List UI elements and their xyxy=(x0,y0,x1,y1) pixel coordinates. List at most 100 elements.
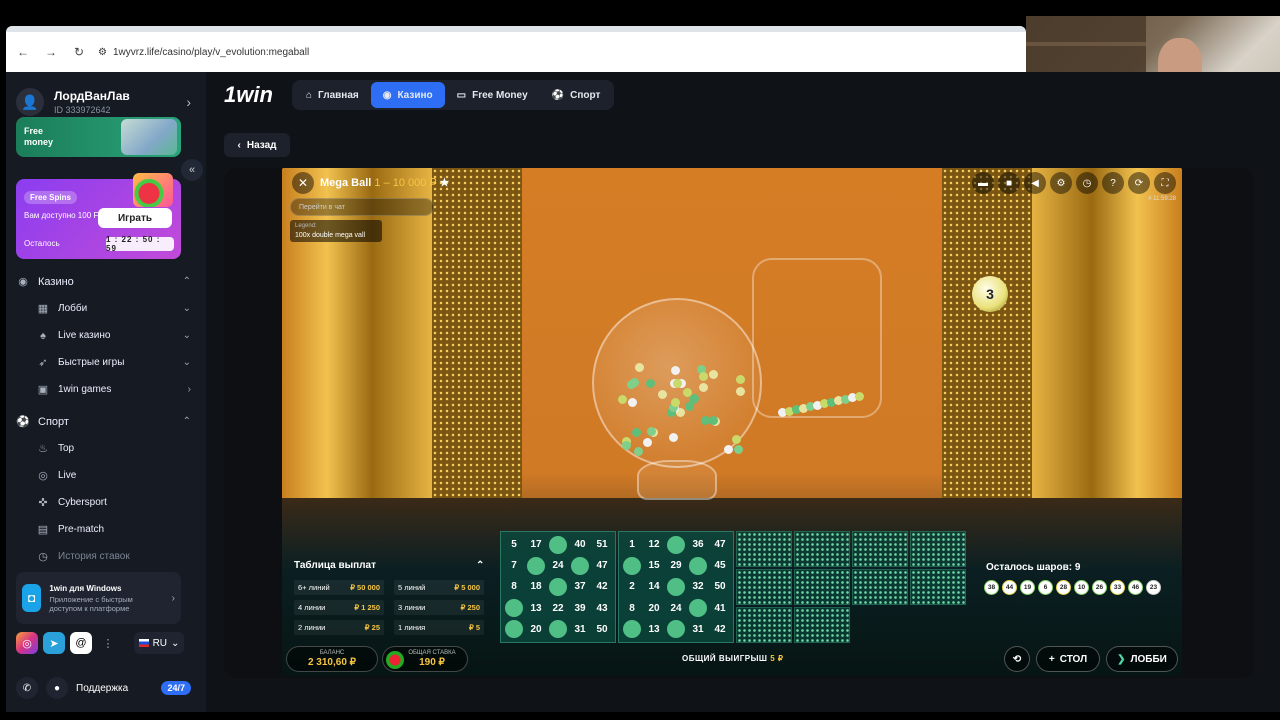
table-button[interactable]: + СТОЛ xyxy=(1036,646,1100,672)
ball-icon: ⚽ xyxy=(16,416,30,428)
repeat-icon: ⟲ xyxy=(1012,653,1022,665)
card-cell: 45 xyxy=(714,560,726,572)
lottery-ball xyxy=(627,397,637,407)
profile[interactable]: 👤 ЛордВанЛав ID 333972642 › xyxy=(16,82,191,122)
settings-icon[interactable]: ⚙ xyxy=(1050,172,1072,194)
sidebar-item-pre-match[interactable]: ▤ Pre-match xyxy=(16,516,191,543)
sidebar-item-live-casino[interactable]: ♠ Live казино ⌄ xyxy=(16,322,191,349)
sidebar-item-bet-history[interactable]: ◷ История ставок xyxy=(16,543,191,570)
free-spins-left-label: Осталось xyxy=(24,239,60,248)
forward-arrow-icon[interactable]: → xyxy=(42,43,60,61)
mini-card[interactable] xyxy=(794,607,850,643)
card-cell: 1 xyxy=(629,539,635,551)
card-cell xyxy=(665,534,687,555)
chat-icon[interactable]: ● xyxy=(46,677,68,699)
card-cell: 39 xyxy=(574,602,586,614)
back-button[interactable]: ‹ Назад xyxy=(224,133,290,157)
lottery-ball xyxy=(855,391,864,401)
sidebar-item-lobby[interactable]: ▦ Лобби ⌄ xyxy=(16,295,191,322)
card-cell: 50 xyxy=(596,623,608,635)
history-icon[interactable]: ◷ xyxy=(1076,172,1098,194)
sport-nav: ⚽ Спорт ⌃ ♨ Top ◎ Live ✜ Cybersport ▤ Pr… xyxy=(16,408,191,570)
card-cell: 42 xyxy=(714,623,726,635)
balls-left-label: Осталось шаров: 9 xyxy=(986,562,1081,573)
language-select[interactable]: RU ⌄ xyxy=(134,632,184,654)
tab-home[interactable]: ⌂ Главная xyxy=(294,82,371,108)
logo[interactable]: 1win xyxy=(224,82,273,108)
payout-table-header[interactable]: Таблица выплат ⌃ xyxy=(294,560,484,571)
lottery-ball xyxy=(629,378,639,388)
sidebar-item-top[interactable]: ♨ Top xyxy=(16,435,191,462)
telegram-icon[interactable]: ➤ xyxy=(43,632,65,654)
mini-card[interactable] xyxy=(736,531,792,567)
chat-input[interactable]: Перейти в чат xyxy=(290,198,434,216)
chat-icon[interactable]: ▬ xyxy=(972,172,994,194)
bingo-card[interactable]: 5 17 40 51 7 24 47 8 18 37 42 13 22 39 43 20 31 50 xyxy=(500,531,616,643)
fullscreen-icon[interactable]: ⛶ xyxy=(1154,172,1176,194)
mini-card[interactable] xyxy=(736,607,792,643)
profile-id: ID 333972642 xyxy=(54,105,111,115)
mini-card[interactable] xyxy=(794,569,850,605)
site-settings-icon[interactable]: ⚙ xyxy=(98,47,107,58)
play-button[interactable]: Играть xyxy=(98,208,172,228)
payout-lines: 3 линии xyxy=(398,603,426,612)
bingo-card[interactable]: 1 12 36 47 15 29 45 2 14 32 50 8 20 24 41 13 31 42 xyxy=(618,531,734,643)
url-text: 1wyvrz.life/casino/play/v_evolution:mega… xyxy=(112,46,310,58)
card-cell: 14 xyxy=(648,581,660,593)
close-game-button[interactable]: ✕ xyxy=(292,172,314,194)
sidebar-item-fast-games[interactable]: ➶ Быстрые игры ⌄ xyxy=(16,349,191,376)
card-cell xyxy=(665,576,687,597)
sidebar-item-cybersport[interactable]: ✜ Cybersport xyxy=(16,489,191,516)
collapse-sidebar-button[interactable]: « xyxy=(181,159,203,181)
card-cell: 5 xyxy=(511,539,517,551)
reload-game-button[interactable]: ⟲ xyxy=(1004,646,1030,672)
mini-card[interactable] xyxy=(794,531,850,567)
free-spins-badge: Free Spins xyxy=(24,191,77,204)
casino-chip-icon: ◉ xyxy=(18,276,28,288)
payout-value: ₽ 5 000 xyxy=(454,583,480,592)
mini-card[interactable] xyxy=(910,569,966,605)
tab-free-money[interactable]: ▭ Free Money xyxy=(445,82,540,108)
video-icon[interactable]: ■ xyxy=(998,172,1020,194)
support[interactable]: ✆ ● Поддержка 24/7 xyxy=(16,676,191,700)
chevron-up-icon: ⌃ xyxy=(182,416,191,427)
social-links: ◎ ➤ @ ⋮ RU ⌄ xyxy=(16,632,184,654)
volume-icon[interactable]: ◀ xyxy=(1024,172,1046,194)
card-cell: 13 xyxy=(530,602,542,614)
switch-icon[interactable]: ⟳ xyxy=(1128,172,1150,194)
card-cell xyxy=(503,598,525,619)
favorite-icon[interactable]: ★ xyxy=(440,177,450,189)
history-icon: ◷ xyxy=(38,551,48,563)
back-arrow-icon[interactable]: ← xyxy=(14,43,32,61)
chevron-up-icon: ⌃ xyxy=(182,276,191,287)
game-title: Mega Ball 1 – 10 000 ₽ ★ xyxy=(320,177,450,189)
lobby-button[interactable]: ❯ ЛОББИ xyxy=(1106,646,1178,672)
phone-icon[interactable]: ✆ xyxy=(16,677,38,699)
reload-icon[interactable]: ↻ xyxy=(70,43,88,61)
lottery-ball xyxy=(734,445,744,455)
free-money-banner[interactable]: Free money xyxy=(16,117,181,157)
fire-icon: ♨ xyxy=(38,443,48,455)
mini-card[interactable] xyxy=(736,569,792,605)
browser-address-bar: ← → ↻ ⚙ 1wyvrz.life/casino/play/v_evolut… xyxy=(6,32,1026,72)
mini-card[interactable] xyxy=(852,569,908,605)
mini-card[interactable] xyxy=(910,531,966,567)
windows-app-banner[interactable]: ◘ 1win для Windows Приложение с быстрым … xyxy=(16,572,181,624)
more-icon[interactable]: ⋮ xyxy=(97,632,119,654)
threads-icon[interactable]: @ xyxy=(70,632,92,654)
instagram-icon[interactable]: ◎ xyxy=(16,632,38,654)
card-cell: 47 xyxy=(596,560,608,572)
game-view[interactable]: 3 ✕ Mega Ball 1 – 10 000 ₽ ★ Перейти в ч… xyxy=(282,168,1182,676)
drawn-ball: 3 xyxy=(972,276,1008,312)
sidebar-item-1win-games[interactable]: ▣ 1win games › xyxy=(16,376,191,403)
rocket-icon: ➶ xyxy=(38,357,48,369)
tab-casino[interactable]: ◉ Казино xyxy=(370,82,445,108)
url-field[interactable]: ⚙ 1wyvrz.life/casino/play/v_evolution:me… xyxy=(98,47,309,58)
mini-card[interactable] xyxy=(852,531,908,567)
sport-header[interactable]: ⚽ Спорт ⌃ xyxy=(16,408,191,435)
casino-header[interactable]: ◉ Казино ⌃ xyxy=(16,268,191,295)
tab-sport[interactable]: ⚽ Спорт xyxy=(540,82,613,108)
avatar-icon: 👤 xyxy=(16,88,44,116)
sidebar-item-live[interactable]: ◎ Live xyxy=(16,462,191,489)
help-icon[interactable]: ? xyxy=(1102,172,1124,194)
